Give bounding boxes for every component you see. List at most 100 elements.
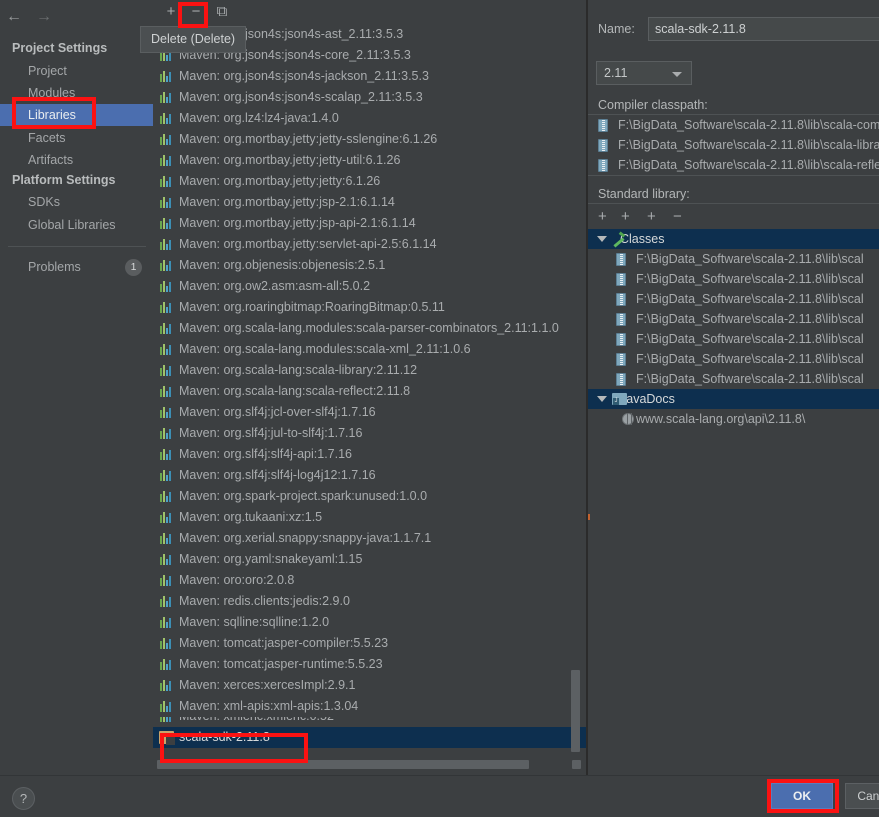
list-item-label: Maven: org.mortbay.jetty:jsp-api-2.1:6.1… <box>179 216 416 230</box>
list-item[interactable]: Maven: org.slf4j:jul-to-slf4j:1.7.16 <box>153 423 588 444</box>
globe-icon <box>622 413 634 425</box>
tree-node-javadocs[interactable]: JavaDocs <box>588 389 879 409</box>
maven-icon <box>160 659 173 670</box>
list-item[interactable]: Maven: org.xerial.snappy:snappy-java:1.1… <box>153 528 588 549</box>
list-item-label: Maven: xmlenc:xmlenc:0.52 <box>179 717 334 723</box>
list-item[interactable]: Maven: org.mortbay.jetty:servlet-api-2.5… <box>153 234 588 255</box>
sidebar-item-modules[interactable]: Modules <box>0 82 153 104</box>
library-list-toolbar: + − ⧉ Delete (Delete) <box>140 0 588 53</box>
maven-icon <box>160 302 173 313</box>
library-list[interactable]: Maven: org.json4s:json4s-ast_2.11:3.5.3 M… <box>153 24 588 758</box>
maven-icon <box>160 717 173 722</box>
list-item-label: Maven: org.scala-lang.modules:scala-pars… <box>179 321 559 335</box>
list-item[interactable]: Maven: org.mortbay.jetty:jsp-api-2.1:6.1… <box>153 213 588 234</box>
standard-library-toolbar: + + + − <box>588 203 879 229</box>
maven-icon <box>160 113 173 124</box>
tree-scroll-marker <box>588 514 590 520</box>
maven-icon <box>160 365 173 376</box>
list-item[interactable]: Maven: org.slf4j:slf4j-api:1.7.16 <box>153 444 588 465</box>
list-item[interactable]: Maven: org.yaml:snakeyaml:1.15 <box>153 549 588 570</box>
list-item[interactable]: Maven: redis.clients:jedis:2.9.0 <box>153 591 588 612</box>
list-item[interactable]: Maven: oro:oro:2.0.8 <box>153 570 588 591</box>
delete-library-button[interactable]: − <box>185 2 207 22</box>
sidebar-item-global-libraries[interactable]: Global Libraries <box>0 214 153 236</box>
library-list-vertical-scrollbar[interactable] <box>571 670 580 752</box>
list-item[interactable]: Maven: org.lz4:lz4-java:1.4.0 <box>153 108 588 129</box>
tree-node-classes[interactable]: Classes <box>588 229 879 249</box>
compiler-classpath-row[interactable]: F:\BigData_Software\scala-2.11.8\lib\sca… <box>588 135 879 155</box>
list-item[interactable]: Maven: sqlline:sqlline:1.2.0 <box>153 612 588 633</box>
list-item[interactable]: Maven: xml-apis:xml-apis:1.3.04 <box>153 696 588 717</box>
library-list-horizontal-scrollbar-thumb[interactable] <box>157 760 529 769</box>
list-item[interactable]: Maven: xmlenc:xmlenc:0.52 <box>153 717 588 727</box>
list-item[interactable]: Maven: org.tukaani:xz:1.5 <box>153 507 588 528</box>
tree-child-label: F:\BigData_Software\scala-2.11.8\lib\sca… <box>636 272 864 286</box>
list-item[interactable]: Maven: xerces:xercesImpl:2.9.1 <box>153 675 588 696</box>
list-item[interactable]: Maven: org.objenesis:objenesis:2.5.1 <box>153 255 588 276</box>
list-item[interactable]: Maven: org.json4s:json4s-jackson_2.11:3.… <box>153 66 588 87</box>
tree-child-label: F:\BigData_Software\scala-2.11.8\lib\sca… <box>636 312 864 326</box>
remove-path-button[interactable]: − <box>673 208 682 226</box>
list-item[interactable]: Maven: tomcat:jasper-runtime:5.5.23 <box>153 654 588 675</box>
tree-child-row[interactable]: F:\BigData_Software\scala-2.11.8\lib\sca… <box>588 369 879 389</box>
maven-icon <box>160 323 173 334</box>
tree-child-row[interactable]: www.scala-lang.org\api\2.11.8\ <box>588 409 879 429</box>
tree-child-row[interactable]: F:\BigData_Software\scala-2.11.8\lib\sca… <box>588 329 879 349</box>
compiler-classpath-row[interactable]: F:\BigData_Software\scala-2.11.8\lib\sca… <box>588 155 879 175</box>
standard-library-label: Standard library: <box>598 187 690 201</box>
sidebar-item-artifacts[interactable]: Artifacts <box>0 149 153 171</box>
help-button[interactable]: ? <box>12 787 35 810</box>
chevron-down-icon[interactable] <box>597 396 607 402</box>
maven-icon <box>160 92 173 103</box>
list-item[interactable]: Maven: org.scala-lang.modules:scala-pars… <box>153 318 588 339</box>
list-item[interactable]: Maven: org.mortbay.jetty:jetty:6.1.26 <box>153 171 588 192</box>
add-path-button[interactable]: + <box>598 208 607 226</box>
list-item-label: Maven: xml-apis:xml-apis:1.3.04 <box>179 699 359 713</box>
sidebar-item-libraries[interactable]: Libraries <box>0 104 153 126</box>
forward-arrow-icon[interactable]: → <box>36 9 52 25</box>
list-item-label: Maven: org.mortbay.jetty:jetty:6.1.26 <box>179 174 381 188</box>
list-item[interactable]: Maven: org.json4s:json4s-scalap_2.11:3.5… <box>153 87 588 108</box>
library-list-scroll-corner[interactable] <box>572 760 581 769</box>
copy-library-button[interactable]: ⧉ <box>211 2 233 22</box>
chevron-down-icon[interactable] <box>597 236 607 242</box>
list-item-label: Maven: org.mortbay.jetty:jetty-util:6.1.… <box>179 153 401 167</box>
add-directory-button[interactable]: + <box>647 208 656 226</box>
list-item[interactable]: Maven: org.mortbay.jetty:jetty-util:6.1.… <box>153 150 588 171</box>
list-item[interactable]: Maven: org.spark-project.spark:unused:1.… <box>153 486 588 507</box>
list-item[interactable]: Maven: org.slf4j:jcl-over-slf4j:1.7.16 <box>153 402 588 423</box>
add-url-button[interactable]: + <box>621 208 630 226</box>
cancel-button[interactable]: Cancel <box>845 783 879 809</box>
chevron-down-icon <box>672 72 682 77</box>
list-item[interactable]: Maven: org.scala-lang:scala-reflect:2.11… <box>153 381 588 402</box>
compiler-classpath-list[interactable]: F:\BigData_Software\scala-2.11.8\lib\sca… <box>588 114 879 176</box>
ok-button[interactable]: OK <box>771 783 833 809</box>
list-item[interactable]: Maven: org.scala-lang.modules:scala-xml_… <box>153 339 588 360</box>
list-item-label: Maven: tomcat:jasper-runtime:5.5.23 <box>179 657 383 671</box>
list-item-scala-sdk[interactable]: scala-sdk-2.11.8 <box>153 727 588 748</box>
back-arrow-icon[interactable]: ← <box>6 9 22 25</box>
sidebar-item-project[interactable]: Project <box>0 60 153 82</box>
compiler-classpath-row[interactable]: F:\BigData_Software\scala-2.11.8\lib\sca… <box>588 115 879 135</box>
sidebar-item-facets[interactable]: Facets <box>0 127 153 149</box>
tree-child-row[interactable]: F:\BigData_Software\scala-2.11.8\lib\sca… <box>588 289 879 309</box>
add-library-button[interactable]: + <box>160 2 182 22</box>
delete-tooltip: Delete (Delete) <box>140 26 247 53</box>
list-item[interactable]: Maven: org.mortbay.jetty:jsp-2.1:6.1.14 <box>153 192 588 213</box>
list-item[interactable]: Maven: tomcat:jasper-compiler:5.5.23 <box>153 633 588 654</box>
list-item[interactable]: Maven: org.ow2.asm:asm-all:5.0.2 <box>153 276 588 297</box>
list-item[interactable]: Maven: org.mortbay.jetty:jetty-sslengine… <box>153 129 588 150</box>
library-contents-tree[interactable]: Classes F:\BigData_Software\scala-2.11.8\… <box>588 229 879 758</box>
tree-child-row[interactable]: F:\BigData_Software\scala-2.11.8\lib\sca… <box>588 309 879 329</box>
library-name-input[interactable] <box>648 17 879 41</box>
tree-child-row[interactable]: F:\BigData_Software\scala-2.11.8\lib\sca… <box>588 269 879 289</box>
scala-version-dropdown[interactable]: 2.11 <box>596 61 692 85</box>
settings-sidebar: ← → Project Settings Project Modules Lib… <box>0 0 153 775</box>
list-item[interactable]: Maven: org.slf4j:slf4j-log4j12:1.7.16 <box>153 465 588 486</box>
tree-child-row[interactable]: F:\BigData_Software\scala-2.11.8\lib\sca… <box>588 249 879 269</box>
list-item-label: Maven: org.json4s:json4s-scalap_2.11:3.5… <box>179 90 423 104</box>
tree-child-row[interactable]: F:\BigData_Software\scala-2.11.8\lib\sca… <box>588 349 879 369</box>
list-item[interactable]: Maven: org.scala-lang:scala-library:2.11… <box>153 360 588 381</box>
sidebar-item-sdks[interactable]: SDKs <box>0 191 153 213</box>
list-item[interactable]: Maven: org.roaringbitmap:RoaringBitmap:0… <box>153 297 588 318</box>
